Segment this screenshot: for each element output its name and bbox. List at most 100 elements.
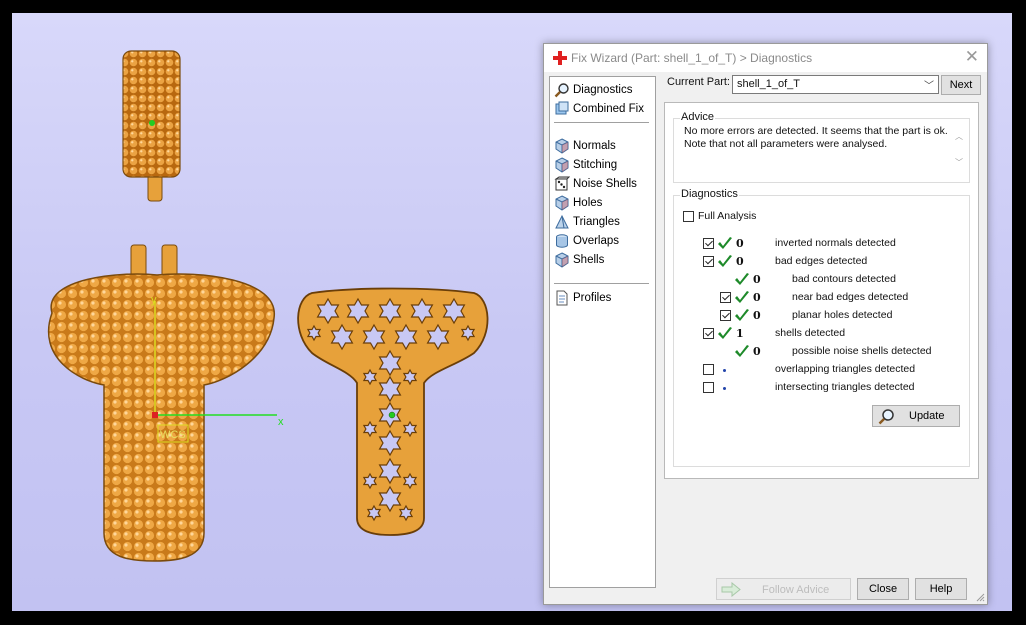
advice-group: Advice No more errors are detected. It s… xyxy=(673,111,970,183)
3d-viewport[interactable]: y x WCS xyxy=(12,13,542,611)
green-check-icon xyxy=(717,237,733,251)
magnifier-icon xyxy=(878,409,894,425)
chevron-down-icon: ﹀ xyxy=(924,81,934,92)
close-icon[interactable]: ✕ xyxy=(965,47,979,67)
diagnostic-count: 0 xyxy=(736,255,744,268)
cylinder-icon xyxy=(556,234,568,248)
diagnostic-count: 0 xyxy=(736,237,744,250)
current-part-label: Current Part: xyxy=(667,76,730,88)
dialog-title: Fix Wizard (Part: shell_1_of_T) > Diagno… xyxy=(571,51,813,65)
diagnostic-count: 0 xyxy=(753,309,761,322)
triangle-prism-icon xyxy=(555,214,569,229)
diagnostic-checkbox[interactable] xyxy=(703,382,714,393)
update-button[interactable]: Update xyxy=(872,405,960,427)
diagnostic-label: bad contours detected xyxy=(792,273,896,285)
not-run-dot-icon xyxy=(723,369,726,372)
advice-line-2: Note that not all parameters were analys… xyxy=(684,138,888,150)
scroll-up-icon[interactable]: ︿ xyxy=(955,131,963,142)
green-check-icon xyxy=(734,273,750,287)
diagnostic-count: 0 xyxy=(753,273,761,286)
diagnostic-checkbox[interactable] xyxy=(703,238,714,249)
fix-wizard-dialog: Fix Wizard (Part: shell_1_of_T) > Diagno… xyxy=(543,43,988,605)
magnifier-icon xyxy=(554,83,569,98)
3d-scene: y x WCS xyxy=(47,50,489,562)
nav-item-label: Overlaps xyxy=(573,235,620,247)
diagnostic-checkbox[interactable] xyxy=(703,364,714,375)
combined-fix-icon xyxy=(555,101,569,115)
nav-item-label: Normals xyxy=(573,140,616,152)
nav-item-triangles[interactable]: Triangles xyxy=(554,213,620,231)
bail-part[interactable] xyxy=(122,50,181,202)
application-window: y x WCS Fix Wizard (Part: shell_1_of_T) … xyxy=(12,13,1012,611)
scroll-down-icon[interactable]: ﹀ xyxy=(955,157,963,168)
axis-x-label: x xyxy=(278,416,284,428)
nav-item-label: Shells xyxy=(573,254,605,266)
nav-item-label: Triangles xyxy=(573,216,620,228)
nav-item-label: Combined Fix xyxy=(573,103,644,115)
nav-item-label: Noise Shells xyxy=(573,178,637,190)
help-button[interactable]: Help xyxy=(915,578,967,600)
nav-item-holes[interactable]: Holes xyxy=(554,194,602,212)
nav-item-label: Holes xyxy=(573,197,603,209)
nav-item-combined-fix[interactable]: Combined Fix xyxy=(554,100,644,118)
cube-icon xyxy=(555,252,569,268)
diagnostic-label: bad edges detected xyxy=(775,255,868,267)
update-label: Update xyxy=(909,410,945,422)
diagnostic-label: inverted normals detected xyxy=(775,237,896,249)
diagnostic-count: 0 xyxy=(753,345,761,358)
nav-item-shells[interactable]: Shells xyxy=(554,251,604,269)
diagnostics-panel: Advice No more errors are detected. It s… xyxy=(664,102,979,479)
advice-group-title: Advice xyxy=(680,111,716,123)
advice-line-1: No more errors are detected. It seems th… xyxy=(684,125,948,137)
dialog-client-area: Diagnostics Combined Fix Normals Stitching… xyxy=(544,72,987,604)
nav-item-label: Stitching xyxy=(573,159,618,171)
document-icon xyxy=(556,290,568,306)
green-check-icon xyxy=(717,327,733,341)
green-check-icon xyxy=(717,255,733,269)
diagnostics-group: Diagnostics Full Analysis 0 inverted norm… xyxy=(673,188,970,467)
nav-item-profiles[interactable]: Profiles xyxy=(554,289,611,307)
diagnostic-label: planar holes detected xyxy=(792,309,893,321)
nav-item-normals[interactable]: Normals xyxy=(554,137,616,155)
close-button[interactable]: Close xyxy=(857,578,909,600)
nav-item-label: Profiles xyxy=(573,292,612,304)
green-check-icon xyxy=(734,345,750,359)
cube-icon xyxy=(555,195,569,211)
follow-advice-button[interactable]: Follow Advice xyxy=(716,578,851,600)
green-check-icon xyxy=(734,309,750,323)
nav-item-stitching[interactable]: Stitching xyxy=(554,156,617,174)
diagnostic-label: near bad edges detected xyxy=(792,291,909,303)
current-part-select[interactable]: shell_1_of_T ﹀ xyxy=(732,75,939,94)
diagnostic-checkbox[interactable] xyxy=(720,310,731,321)
dice-icon xyxy=(554,176,570,191)
diagnostic-label: intersecting triangles detected xyxy=(775,381,915,393)
next-button[interactable]: Next xyxy=(941,75,981,95)
diagnostic-checkbox[interactable] xyxy=(703,256,714,267)
axis-y-label: y xyxy=(151,294,157,306)
pendant-part[interactable] xyxy=(47,244,275,562)
nav-item-noise-shells[interactable]: Noise Shells xyxy=(554,175,637,193)
diagnostic-count: 0 xyxy=(753,291,761,304)
t-plate-part[interactable] xyxy=(297,287,489,536)
nav-item-diagnostics[interactable]: Diagnostics xyxy=(554,81,632,99)
nav-divider xyxy=(554,122,649,123)
diagnostic-count: 1 xyxy=(736,327,744,340)
diagnostic-label: overlapping triangles detected xyxy=(775,363,916,375)
current-part-value: shell_1_of_T xyxy=(737,78,800,90)
diagnostic-checkbox[interactable] xyxy=(703,328,714,339)
diagnostic-label: possible noise shells detected xyxy=(792,345,932,357)
red-cross-icon xyxy=(553,51,567,65)
wizard-nav-panel: Diagnostics Combined Fix Normals Stitching… xyxy=(549,76,656,588)
dialog-titlebar[interactable]: Fix Wizard (Part: shell_1_of_T) > Diagno… xyxy=(544,44,987,72)
diagnostic-label: shells detected xyxy=(775,327,846,339)
green-check-icon xyxy=(734,291,750,305)
follow-advice-label: Follow Advice xyxy=(762,584,830,596)
advice-text: No more errors are detected. It seems th… xyxy=(684,125,949,151)
full-analysis-label: Full Analysis xyxy=(698,210,757,222)
resize-grip-icon[interactable] xyxy=(975,592,985,602)
not-run-dot-icon xyxy=(723,387,726,390)
diagnostics-group-title: Diagnostics xyxy=(680,188,739,200)
full-analysis-checkbox[interactable] xyxy=(683,211,694,222)
nav-item-overlaps[interactable]: Overlaps xyxy=(554,232,619,250)
diagnostic-checkbox[interactable] xyxy=(720,292,731,303)
